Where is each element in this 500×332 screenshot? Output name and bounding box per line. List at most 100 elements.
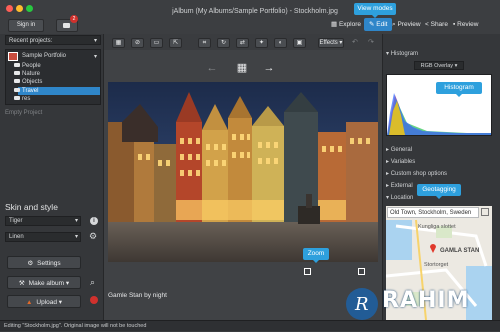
- next-arrow-icon[interactable]: →: [262, 61, 276, 75]
- zoom-full-icon[interactable]: [358, 268, 365, 275]
- color-icon[interactable]: ▣: [293, 38, 306, 48]
- close-window-button[interactable]: [6, 5, 13, 12]
- recent-projects-label: Recent projects:: [9, 38, 53, 44]
- expand-map-icon[interactable]: [481, 208, 489, 216]
- folder-icon: [14, 88, 20, 92]
- upload-button[interactable]: ▲ Upload ▾: [7, 295, 81, 308]
- tab-edit-label: Edit: [376, 21, 388, 28]
- tab-review[interactable]: ▪ Review: [453, 18, 478, 31]
- rotate-icon[interactable]: ↻: [217, 38, 230, 48]
- tree-folder-people[interactable]: People: [14, 63, 41, 70]
- variables-section-label: Variables: [390, 159, 416, 165]
- folder-label: res: [22, 96, 31, 102]
- histogram-section-label: Histogram: [390, 51, 419, 57]
- tree-folder-res[interactable]: res: [14, 96, 30, 103]
- settings-icon: ⚙: [27, 260, 34, 267]
- style-select[interactable]: Linen ▾: [5, 232, 81, 242]
- share-icon: <: [425, 21, 429, 28]
- tree-folder-nature[interactable]: Nature: [14, 71, 40, 78]
- custom-shop-section-label: Custom shop options: [390, 171, 448, 177]
- tree-folder-travel[interactable]: Travel: [14, 88, 38, 95]
- grid-view-icon[interactable]: ▦: [112, 38, 125, 48]
- no-entry-icon[interactable]: ⊘: [131, 38, 144, 48]
- external-section-header[interactable]: ▸ External: [386, 182, 413, 189]
- variables-section-header[interactable]: ▸ Variables: [386, 158, 415, 165]
- tree-folder-objects[interactable]: Objects: [14, 79, 42, 86]
- rgb-overlay-select[interactable]: RGB Overlay ▾: [414, 61, 464, 70]
- tab-share-label: Share: [430, 21, 448, 28]
- location-section-header[interactable]: ▾ Location: [386, 194, 413, 201]
- make-album-button[interactable]: ⚒ Make album ▾: [7, 276, 81, 289]
- folder-icon: [14, 79, 20, 83]
- rgb-overlay-value: RGB Overlay: [420, 63, 454, 69]
- maximize-window-button[interactable]: [26, 5, 33, 12]
- adjust-icon[interactable]: ✦: [255, 38, 268, 48]
- view-modes-callout: View modes: [354, 3, 396, 18]
- zoom-callout: Zoom: [303, 248, 329, 263]
- image-caption[interactable]: Gamle Stan by night: [108, 292, 167, 299]
- general-section-header[interactable]: ▸ General: [386, 146, 412, 153]
- tab-review-label: Review: [457, 21, 479, 28]
- tab-preview[interactable]: ⌕ Preview: [392, 18, 421, 31]
- zoom-fit-icon[interactable]: [304, 268, 311, 275]
- location-marker: [430, 244, 436, 253]
- redo-icon[interactable]: ↷: [368, 38, 374, 46]
- undo-icon[interactable]: ↶: [352, 38, 358, 46]
- folder-icon: [14, 96, 20, 100]
- upload-icon: ▲: [25, 299, 33, 306]
- geotagging-callout: Geotagging: [417, 184, 461, 199]
- skin-style-heading: Skin and style: [5, 202, 58, 212]
- chevron-down-icon: ▾: [74, 234, 78, 240]
- edit-icon: ✎: [369, 21, 375, 28]
- effects-dropdown[interactable]: Effects ▾: [318, 38, 344, 48]
- hammer-icon: ⚒: [18, 280, 25, 287]
- skin-select-value: Tiger: [9, 218, 23, 224]
- folder-label: Travel: [22, 88, 39, 94]
- folder-icon: [14, 71, 20, 75]
- zoom-globe-icon[interactable]: [90, 296, 98, 304]
- watermark-text: RAHIM: [382, 288, 470, 313]
- main-photo: [108, 82, 378, 262]
- histogram-section-header[interactable]: ▾ Histogram: [386, 50, 418, 57]
- map-label-district: GAMLA STAN: [440, 248, 480, 254]
- straighten-icon[interactable]: ⇄: [236, 38, 249, 48]
- window-title: jAlbum (My Albums/Sample Portfolio) - St…: [172, 8, 338, 15]
- info-icon[interactable]: i: [90, 217, 98, 225]
- tab-edit[interactable]: ✎ Edit: [364, 18, 393, 31]
- histogram-callout: Histogram: [436, 82, 482, 97]
- export-icon[interactable]: ⇱: [169, 38, 182, 48]
- map-label-palace: Kungliga slottet: [418, 224, 456, 230]
- custom-shop-section-header[interactable]: ▸ Custom shop options: [386, 170, 447, 177]
- crop-icon[interactable]: ⌗: [198, 38, 211, 48]
- thumbnail-grid-icon[interactable]: ▦: [235, 61, 249, 75]
- page-icon[interactable]: ▭: [150, 38, 163, 48]
- gear-icon[interactable]: ⚙: [89, 231, 97, 242]
- settings-button[interactable]: ⚙ Settings: [7, 256, 81, 269]
- review-icon: ▪: [453, 21, 456, 28]
- map-label-square: Stortorget: [424, 262, 449, 268]
- contrast-icon[interactable]: ◐: [274, 38, 287, 48]
- minimize-window-button[interactable]: [16, 5, 23, 12]
- external-section-label: External: [390, 183, 413, 189]
- location-section-label: Location: [390, 195, 414, 201]
- style-select-value: Linen: [9, 234, 24, 240]
- recent-projects-select[interactable]: Recent projects: ▾: [5, 35, 101, 45]
- empty-project-item[interactable]: Empty Project: [5, 110, 101, 120]
- previous-arrow-icon[interactable]: ←: [205, 61, 219, 75]
- folder-label: People: [22, 63, 41, 69]
- magnifier-icon: ⌕: [392, 21, 396, 28]
- general-section-label: General: [390, 147, 413, 153]
- search-icon[interactable]: ⌕: [90, 277, 95, 288]
- sign-in-button[interactable]: Sign in: [8, 19, 44, 32]
- tree-project-item[interactable]: Sample Portfolio: [22, 53, 66, 60]
- chevron-down-icon[interactable]: ▾: [94, 53, 97, 60]
- location-search-input[interactable]: Old Town, Stockholm, Sweden: [387, 207, 479, 218]
- tab-explore[interactable]: ▦ Explore: [331, 18, 361, 31]
- folder-icon: [14, 63, 20, 67]
- tab-preview-label: Preview: [397, 21, 421, 28]
- map-pin-icon: [430, 244, 436, 253]
- stockholm-photo: [108, 82, 378, 262]
- notification-badge: 2: [70, 15, 78, 23]
- tab-share[interactable]: < Share: [425, 18, 448, 31]
- skin-select[interactable]: Tiger ▾: [5, 216, 81, 226]
